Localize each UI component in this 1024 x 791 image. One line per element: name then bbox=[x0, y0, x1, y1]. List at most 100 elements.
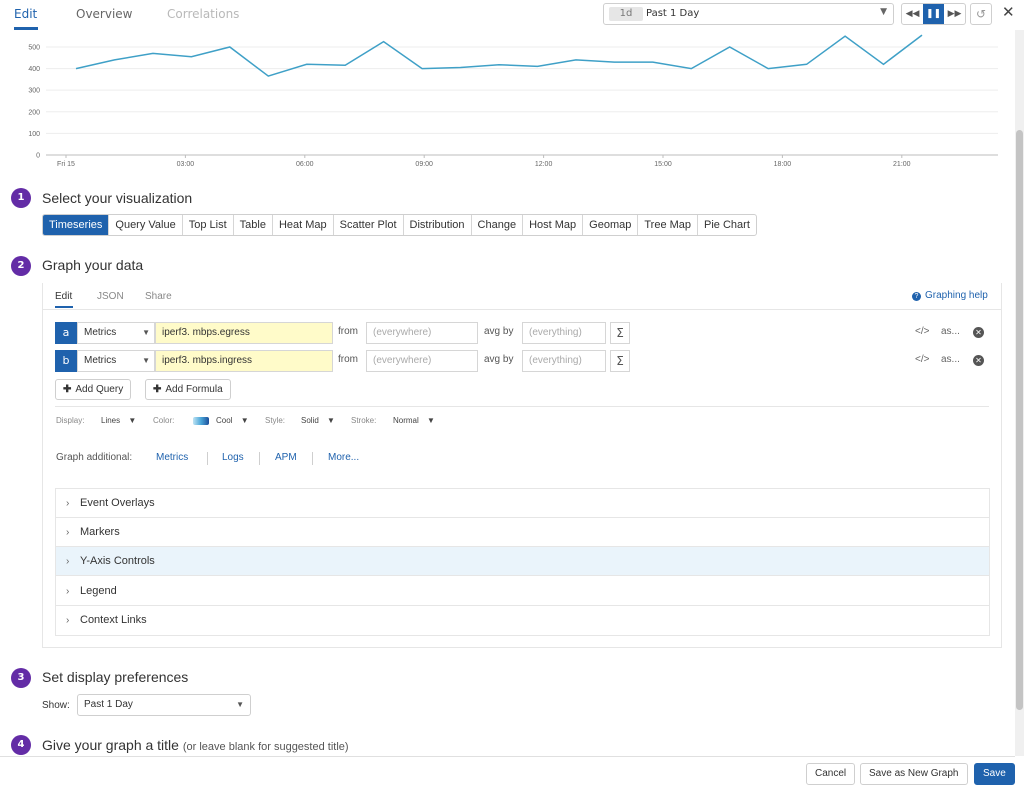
remove-query-icon[interactable]: ✕ bbox=[973, 355, 984, 366]
remove-query-icon[interactable]: ✕ bbox=[973, 327, 984, 338]
show-label: Show: bbox=[42, 700, 70, 711]
chevron-right-icon: › bbox=[66, 556, 70, 567]
viz-scatter-plot[interactable]: Scatter Plot bbox=[334, 215, 404, 235]
graph-additional-metrics[interactable]: Metrics bbox=[156, 452, 188, 463]
y-axis-ticks: 500 400 300 200 100 0 bbox=[28, 44, 40, 159]
viz-geomap[interactable]: Geomap bbox=[583, 215, 639, 235]
close-icon[interactable]: ✕ bbox=[1002, 3, 1015, 21]
sigma-icon[interactable]: Σ bbox=[610, 350, 630, 372]
visualization-selector: Timeseries Query Value Top List Table He… bbox=[42, 214, 757, 236]
viz-timeseries[interactable]: Timeseries bbox=[43, 215, 110, 235]
metric-input[interactable]: iperf3. mbps.egress bbox=[155, 322, 333, 344]
query-letter[interactable]: a bbox=[55, 322, 77, 344]
stroke-select[interactable]: Normal ▼ bbox=[393, 416, 435, 425]
query-row-b: b Metrics ▼ iperf3. mbps.ingress from (ev… bbox=[55, 350, 989, 372]
subtab-share[interactable]: Share bbox=[145, 291, 172, 302]
fast-forward-icon[interactable]: ▶▶ bbox=[944, 4, 965, 24]
avg-by-label: avg by bbox=[481, 322, 523, 344]
chevron-down-icon: ▼ bbox=[142, 328, 150, 337]
accordion-y-axis-controls[interactable]: › Y-Axis Controls bbox=[56, 547, 989, 576]
x-tick-label: 06:00 bbox=[296, 161, 314, 168]
avg-by-input[interactable]: (everything) bbox=[522, 322, 606, 344]
rewind-icon[interactable]: ◀◀ bbox=[902, 4, 923, 24]
viz-host-map[interactable]: Host Map bbox=[523, 215, 584, 235]
y-tick-label: 200 bbox=[28, 109, 40, 116]
accordion-event-overlays[interactable]: › Event Overlays bbox=[56, 489, 989, 518]
tab-overview[interactable]: Overview bbox=[76, 7, 133, 21]
graph-additional-more[interactable]: More... bbox=[328, 452, 359, 463]
sigma-icon[interactable]: Σ bbox=[610, 322, 630, 344]
subtab-divider bbox=[42, 309, 1002, 310]
graph-additional-label: Graph additional: bbox=[56, 452, 133, 463]
chevron-right-icon: › bbox=[66, 586, 70, 597]
chevron-down-icon: ▼ bbox=[427, 416, 435, 425]
step-3-badge: 3 bbox=[11, 668, 31, 688]
scrollbar-thumb[interactable] bbox=[1016, 130, 1023, 710]
graphing-help-link[interactable]: ? Graphing help bbox=[912, 290, 988, 301]
y-tick-label: 400 bbox=[28, 66, 40, 73]
avg-by-input[interactable]: (everything) bbox=[522, 350, 606, 372]
graph-additional-apm[interactable]: APM bbox=[275, 452, 297, 463]
subtab-json[interactable]: JSON bbox=[97, 291, 124, 302]
step-4-title-text: Give your graph a title bbox=[42, 737, 179, 753]
color-value: Cool bbox=[216, 416, 233, 425]
step-4-hint: (or leave blank for suggested title) bbox=[182, 741, 349, 753]
subtab-edit[interactable]: Edit bbox=[55, 291, 72, 302]
viz-table[interactable]: Table bbox=[234, 215, 273, 235]
accordion-markers[interactable]: › Markers bbox=[56, 518, 989, 547]
tab-edit-underline bbox=[14, 27, 38, 30]
accordion-context-links[interactable]: › Context Links bbox=[56, 606, 989, 635]
code-icon[interactable]: </> bbox=[915, 326, 929, 337]
link-separator bbox=[312, 452, 313, 465]
viz-tree-map[interactable]: Tree Map bbox=[638, 215, 699, 235]
step-1-title: Select your visualization bbox=[42, 190, 193, 206]
color-select[interactable]: Cool ▼ bbox=[216, 416, 249, 425]
chevron-down-icon: ▼ bbox=[880, 7, 887, 17]
from-input[interactable]: (everywhere) bbox=[366, 350, 478, 372]
viz-distribution[interactable]: Distribution bbox=[404, 215, 472, 235]
viz-heat-map[interactable]: Heat Map bbox=[273, 215, 334, 235]
chevron-right-icon: › bbox=[66, 615, 70, 626]
alias-input[interactable]: as... bbox=[941, 326, 960, 337]
stroke-label: Stroke: bbox=[351, 416, 377, 425]
tab-edit[interactable]: Edit bbox=[14, 7, 37, 21]
x-tick-label: 12:00 bbox=[535, 161, 553, 168]
add-query-button[interactable]: ✚ Add Query bbox=[55, 379, 132, 400]
accordion-label: Y-Axis Controls bbox=[80, 555, 155, 567]
plus-icon: ✚ bbox=[153, 384, 162, 395]
query-source-select[interactable]: Metrics ▼ bbox=[77, 322, 155, 344]
query-letter[interactable]: b bbox=[55, 350, 77, 372]
save-as-new-graph-button[interactable]: Save as New Graph bbox=[860, 763, 968, 785]
step-3-title: Set display preferences bbox=[42, 669, 189, 685]
viz-top-list[interactable]: Top List bbox=[183, 215, 234, 235]
help-icon: ? bbox=[912, 292, 921, 301]
alias-input[interactable]: as... bbox=[941, 354, 960, 365]
show-value: Past 1 Day bbox=[84, 699, 133, 710]
viz-pie-chart[interactable]: Pie Chart bbox=[698, 215, 756, 235]
style-label: Style: bbox=[265, 416, 286, 425]
save-button[interactable]: Save bbox=[974, 763, 1015, 785]
pause-icon[interactable]: ❚❚ bbox=[923, 4, 944, 24]
reset-icon[interactable]: ↺ bbox=[970, 3, 992, 25]
accordion-legend[interactable]: › Legend bbox=[56, 577, 989, 606]
chevron-down-icon: ▼ bbox=[142, 356, 150, 365]
show-select[interactable]: Past 1 Day ▼ bbox=[77, 694, 251, 716]
viz-change[interactable]: Change bbox=[472, 215, 524, 235]
graph-additional-logs[interactable]: Logs bbox=[222, 452, 244, 463]
metric-input[interactable]: iperf3. mbps.ingress bbox=[155, 350, 333, 372]
chart-series bbox=[75, 34, 923, 77]
cancel-button[interactable]: Cancel bbox=[806, 763, 856, 785]
style-select[interactable]: Solid ▼ bbox=[301, 416, 335, 425]
from-input[interactable]: (everywhere) bbox=[366, 322, 478, 344]
query-source-select[interactable]: Metrics ▼ bbox=[77, 350, 155, 372]
viz-query-value[interactable]: Query Value bbox=[109, 215, 183, 235]
chevron-right-icon: › bbox=[66, 527, 70, 538]
chevron-down-icon: ▼ bbox=[236, 700, 244, 709]
time-range-badge: 1d bbox=[609, 7, 643, 21]
time-range-picker[interactable]: 1d Past 1 Day ▼ bbox=[603, 3, 894, 25]
query-source-label: Metrics bbox=[84, 355, 117, 366]
add-formula-button[interactable]: ✚ Add Formula bbox=[145, 379, 231, 400]
display-select[interactable]: Lines ▼ bbox=[101, 416, 136, 425]
code-icon[interactable]: </> bbox=[915, 354, 929, 365]
step-4-badge: 4 bbox=[11, 735, 31, 755]
